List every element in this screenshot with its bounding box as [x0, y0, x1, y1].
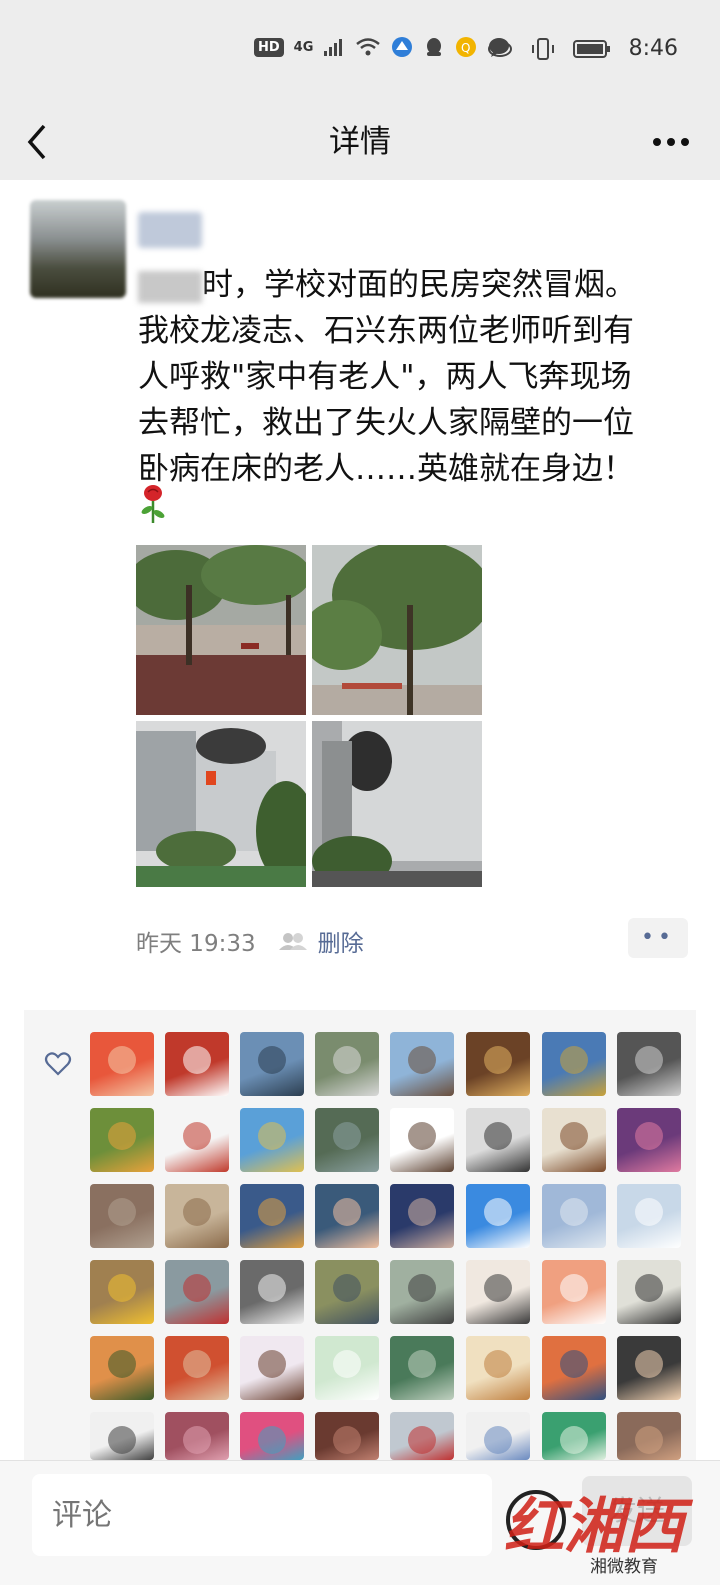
svg-text:Q: Q [461, 41, 470, 55]
photo-building-fire [136, 721, 306, 887]
watermark-account: 湘微教育 [590, 1557, 658, 1577]
liker-avatar[interactable] [90, 1260, 154, 1324]
liker-avatar[interactable] [390, 1412, 454, 1460]
status-bar: HD 4G Q 8:46 [0, 0, 720, 104]
liker-avatar[interactable] [315, 1108, 379, 1172]
liker-avatar[interactable] [240, 1184, 304, 1248]
qq-icon [427, 38, 442, 56]
liker-avatar[interactable] [617, 1108, 681, 1172]
liker-avatar[interactable] [466, 1184, 530, 1248]
hd-badge: HD [254, 37, 284, 57]
browser-icon [392, 37, 413, 57]
liker-avatar[interactable] [240, 1412, 304, 1460]
post-photo-1[interactable] [136, 545, 306, 715]
liker-avatar[interactable] [315, 1032, 379, 1096]
liker-avatar[interactable] [542, 1260, 606, 1324]
more-dots-icon [653, 138, 689, 146]
eye-icon [487, 40, 512, 57]
author-avatar[interactable] [30, 200, 126, 298]
app-notify-icon: Q [456, 37, 477, 57]
liker-avatar[interactable] [315, 1412, 379, 1460]
liker-avatar[interactable] [390, 1260, 454, 1324]
post-time: 昨天 19:33 [136, 931, 256, 957]
photo-building-smoke [312, 721, 482, 887]
liker-avatar[interactable] [315, 1260, 379, 1324]
post-photo-4[interactable] [312, 721, 482, 891]
liker-avatar[interactable] [165, 1108, 229, 1172]
liker-avatar[interactable] [165, 1184, 229, 1248]
status-icons-right: 8:46 [487, 36, 678, 61]
liker-avatar[interactable] [466, 1108, 530, 1172]
liker-avatar[interactable] [240, 1032, 304, 1096]
liker-avatar[interactable] [542, 1032, 606, 1096]
liker-avatar[interactable] [390, 1336, 454, 1400]
liker-avatar[interactable] [617, 1184, 681, 1248]
status-icons-left: HD 4G Q [254, 36, 511, 58]
post-line: 去帮忙，救出了失火人家隔壁的一位 [138, 405, 634, 441]
more-options-button[interactable] [652, 116, 690, 171]
friends-visibility-icon [278, 933, 307, 950]
liker-avatar[interactable] [466, 1260, 530, 1324]
page-title: 详情 [329, 124, 391, 160]
photo-campus-trees [136, 545, 306, 715]
signal-icon [324, 39, 343, 56]
liker-avatar[interactable] [390, 1108, 454, 1172]
liker-avatar[interactable] [617, 1412, 681, 1460]
liker-avatar[interactable] [165, 1032, 229, 1096]
post-photo-2[interactable] [312, 545, 482, 715]
liker-avatar[interactable] [617, 1260, 681, 1324]
comment-input[interactable] [32, 1474, 492, 1556]
post-line: 时，学校对面的民房突然冒烟。 [138, 262, 694, 308]
liker-avatar[interactable] [315, 1184, 379, 1248]
liker-avatar[interactable] [617, 1336, 681, 1400]
liker-avatar[interactable] [542, 1412, 606, 1460]
vibrate-icon [531, 37, 554, 60]
rose-emoji-icon [141, 485, 165, 523]
post-meta: 昨天 19:33 删除 [136, 924, 364, 958]
liker-avatar[interactable] [165, 1336, 229, 1400]
network-label: 4G [293, 39, 314, 55]
liker-avatar[interactable] [240, 1108, 304, 1172]
photo-grid [136, 545, 482, 887]
wifi-icon [356, 38, 381, 56]
post-photo-3[interactable] [136, 721, 306, 891]
liker-avatar[interactable] [466, 1412, 530, 1460]
clock: 8:46 [628, 36, 678, 61]
blurred-text [138, 270, 202, 303]
liker-avatar[interactable] [315, 1336, 379, 1400]
nav-bar: 详情 [0, 104, 720, 180]
author-name-blurred[interactable] [138, 212, 202, 248]
liker-avatar[interactable] [542, 1336, 606, 1400]
liker-avatar[interactable] [90, 1336, 154, 1400]
liker-avatar[interactable] [165, 1412, 229, 1460]
liker-avatar[interactable] [240, 1336, 304, 1400]
liker-avatar[interactable] [90, 1412, 154, 1460]
liker-avatar[interactable] [617, 1032, 681, 1096]
comment-like-menu-button[interactable]: •• [628, 918, 688, 958]
post-line: 人呼救"家中有老人"，两人飞奔现场 [138, 359, 632, 395]
post-line: 卧病在床的老人……英雄就在身边！ [138, 451, 634, 487]
liker-avatar[interactable] [90, 1184, 154, 1248]
delete-button[interactable]: 删除 [318, 924, 364, 958]
liker-avatar[interactable] [542, 1184, 606, 1248]
liker-avatar[interactable] [165, 1260, 229, 1324]
heart-icon [44, 1052, 72, 1076]
liker-avatar[interactable] [390, 1032, 454, 1096]
liker-avatar[interactable] [542, 1108, 606, 1172]
liker-avatar[interactable] [466, 1336, 530, 1400]
liker-avatar[interactable] [90, 1108, 154, 1172]
liker-avatar[interactable] [466, 1032, 530, 1096]
post-text: 时，学校对面的民房突然冒烟。 我校龙凌志、石兴东两位老师听到有 人呼救"家中有老… [138, 262, 694, 492]
liker-avatar[interactable] [90, 1032, 154, 1096]
battery-icon [572, 39, 610, 58]
post-line: 我校龙凌志、石兴东两位老师听到有 [138, 313, 634, 349]
photo-trees-smoke [312, 545, 482, 715]
liker-avatar[interactable] [390, 1184, 454, 1248]
liker-avatar[interactable] [240, 1260, 304, 1324]
